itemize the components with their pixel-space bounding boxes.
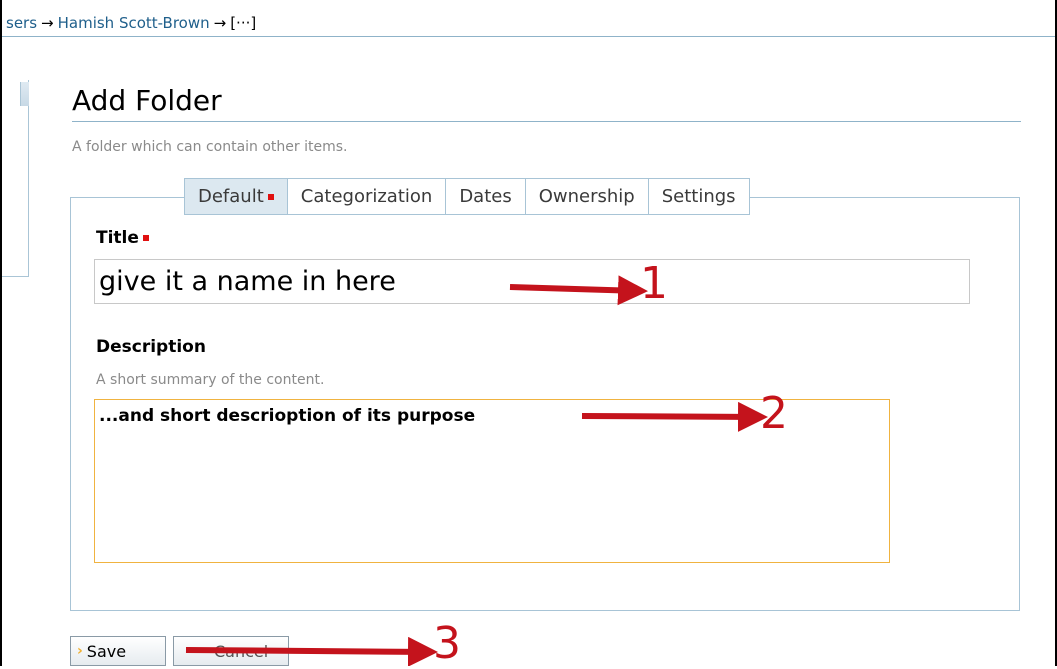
title-input[interactable] (94, 259, 970, 304)
title-divider (72, 121, 1021, 122)
tab-categorization[interactable]: Categorization (288, 179, 447, 214)
tab-dates[interactable]: Dates (446, 179, 526, 214)
cancel-button-label: Cancel (214, 641, 269, 661)
breadcrumb-item-users[interactable]: sers (6, 14, 37, 32)
annotation-number-3: 3 (433, 618, 461, 669)
title-field-label: Title (96, 228, 149, 248)
breadcrumb: sers → Hamish Scott-Brown → [···] (6, 14, 256, 32)
page-title: Add Folder (72, 84, 222, 117)
breadcrumb-separator: → (213, 14, 227, 32)
page-description: A folder which can contain other items. (72, 139, 348, 155)
description-help-text: A short summary of the content. (96, 372, 325, 388)
cancel-button[interactable]: Cancel (173, 636, 289, 666)
form-tabs: Default Categorization Dates Ownership S… (184, 178, 750, 215)
tab-categorization-label: Categorization (300, 186, 433, 207)
tab-ownership-label: Ownership (538, 186, 635, 207)
tab-default-label: Default (198, 186, 264, 207)
save-button[interactable]: › Save (70, 636, 166, 666)
breadcrumb-item-current[interactable]: [···] (230, 14, 256, 32)
tab-settings[interactable]: Settings (649, 179, 749, 214)
description-field-label: Description (96, 337, 206, 357)
required-icon (142, 235, 149, 241)
title-label-text: Title (96, 228, 139, 248)
tab-dates-label: Dates (459, 186, 512, 207)
side-portlet (2, 80, 29, 277)
tab-settings-label: Settings (661, 186, 736, 207)
save-button-label: Save (86, 641, 127, 661)
header-divider (2, 36, 1055, 37)
side-portlet-tab[interactable] (20, 82, 29, 106)
tab-ownership[interactable]: Ownership (526, 179, 649, 214)
breadcrumb-item-user[interactable]: Hamish Scott-Brown (58, 14, 210, 32)
tab-default[interactable]: Default (185, 179, 288, 214)
breadcrumb-separator: → (41, 14, 54, 32)
save-icon: › (77, 643, 83, 659)
required-icon (267, 193, 274, 200)
annotation-number-1: 1 (640, 258, 668, 309)
annotation-number-2: 2 (760, 388, 788, 439)
